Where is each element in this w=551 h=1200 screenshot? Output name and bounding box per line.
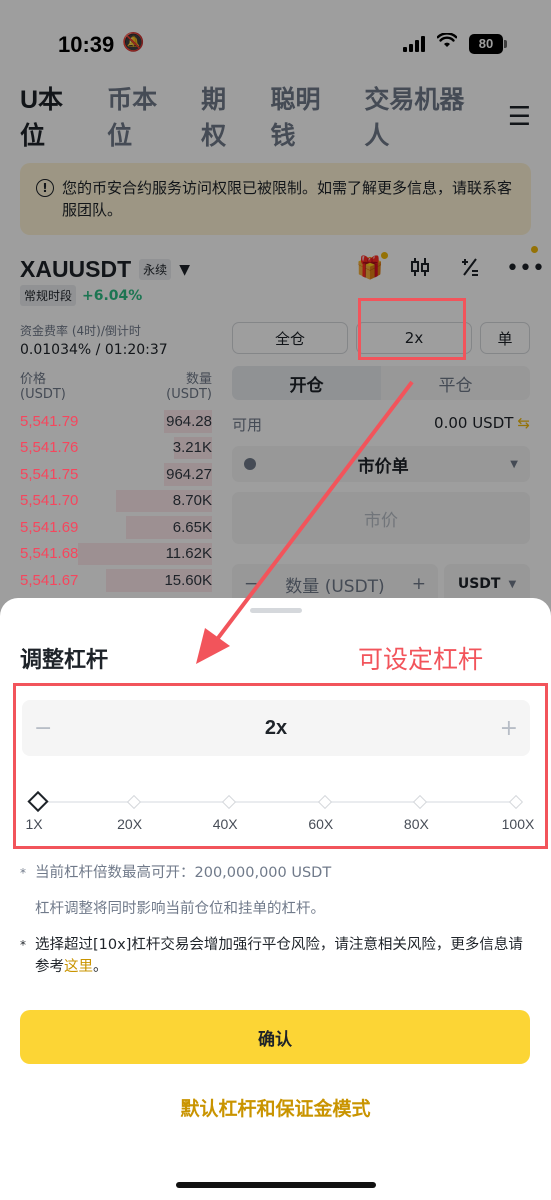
slider-highlight-box: [13, 683, 548, 849]
note3-text: 选择超过[10x]杠杆交易会增加强行平仓风险，请注意相关风险，更多信息请参考: [35, 937, 523, 975]
default-leverage-link[interactable]: 默认杠杆和保证金模式: [0, 1094, 551, 1121]
ask-price: 5,541.79: [20, 412, 79, 430]
home-indicator: [176, 1182, 376, 1188]
ask-qty: 8.70K: [172, 492, 212, 510]
ask-qty: 15.60K: [164, 571, 212, 589]
max-position-note: * 当前杠杆倍数最高可开：200,000,000 USDT: [20, 862, 530, 884]
ask-qty: 3.21K: [172, 439, 212, 457]
ask-qty: 964.27: [166, 465, 212, 483]
ask-price: 5,541.76: [20, 439, 79, 457]
ask-price: 5,541.67: [20, 571, 79, 589]
ask-price: 5,541.75: [20, 465, 79, 483]
note-star: *: [20, 866, 26, 880]
ask-qty: 964.28: [166, 412, 212, 430]
here-link[interactable]: 这里: [64, 959, 93, 975]
ask-qty: 6.65K: [172, 518, 212, 536]
note3-suffix: 。: [93, 959, 108, 975]
ask-qty: 11.62K: [165, 545, 212, 563]
note2-text: 杠杆调整将同时影响当前仓位和挂单的杠杆。: [35, 901, 325, 917]
note1-text: 当前杠杆倍数最高可开：200,000,000 USDT: [35, 865, 332, 881]
ask-price: 5,541.68: [20, 545, 79, 563]
confirm-button[interactable]: 确认: [20, 1010, 530, 1064]
annotation-label: 可设定杠杆: [358, 646, 484, 674]
leverage-highlight-box: [358, 298, 466, 360]
leverage-effect-note: 杠杆调整将同时影响当前仓位和挂单的杠杆。: [20, 898, 530, 920]
sheet-title: 调整杠杆: [20, 648, 109, 673]
sheet-grabber[interactable]: [250, 608, 302, 613]
ask-price: 5,541.69: [20, 518, 79, 536]
ask-price: 5,541.70: [20, 492, 79, 510]
note-star: *: [20, 938, 26, 952]
risk-note: * 选择超过[10x]杠杆交易会增加强行平仓风险，请注意相关风险，更多信息请参考…: [20, 934, 530, 978]
